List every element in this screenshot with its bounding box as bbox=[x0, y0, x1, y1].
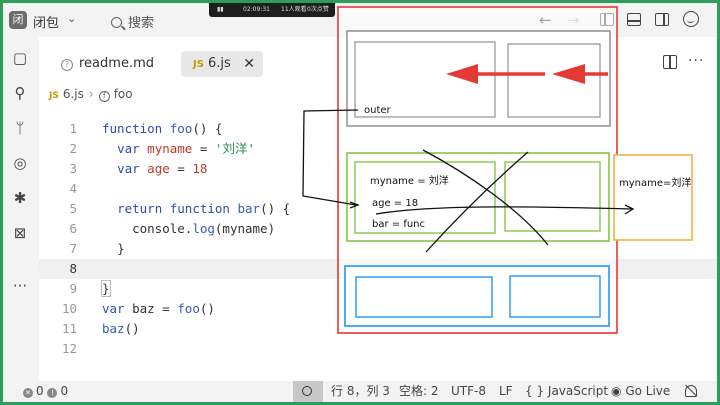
tab-label: 6.js bbox=[207, 56, 231, 71]
line-number: 2 bbox=[69, 141, 77, 156]
encoding[interactable]: UTF-8 bbox=[451, 381, 486, 402]
language-mode[interactable]: { } JavaScript bbox=[525, 381, 608, 402]
search-icon bbox=[111, 17, 122, 28]
code-line-current: 8 bbox=[39, 259, 717, 279]
warning-icon: ! bbox=[47, 388, 58, 398]
run-debug-icon[interactable]: ◎ bbox=[11, 154, 29, 172]
more-actions-icon[interactable]: ··· bbox=[688, 53, 704, 69]
code-text: var baz = foo() bbox=[102, 301, 215, 316]
line-number: 5 bbox=[69, 201, 77, 216]
app-logo: 闭 bbox=[9, 11, 27, 29]
editor-tabs: ? readme.md JS 6.js ✕ bbox=[39, 45, 339, 81]
go-live-button[interactable]: ◉ Go Live bbox=[611, 381, 670, 402]
breadcrumb: JS 6.js › f foo bbox=[49, 87, 133, 102]
more-icon[interactable]: ··· bbox=[11, 277, 29, 295]
toggle-secondary-sidebar-icon[interactable] bbox=[655, 13, 669, 26]
breadcrumb-separator: › bbox=[88, 87, 94, 101]
close-icon[interactable]: ✕ bbox=[243, 51, 255, 77]
breadcrumb-symbol[interactable]: foo bbox=[114, 87, 133, 101]
title-bar: 闭 闭包 ⌄ 搜索 ▮▮ 02:09:31 11人观看 0次点赞 ← → bbox=[3, 3, 717, 37]
code-line: 1 function foo() { bbox=[39, 119, 717, 139]
line-number: 6 bbox=[69, 221, 77, 236]
tab-readme[interactable]: ? readme.md bbox=[61, 51, 154, 77]
code-editor[interactable]: 1 function foo() { 2 var myname = '刘洋' 3 … bbox=[39, 119, 717, 369]
split-editor-icon[interactable] bbox=[663, 55, 677, 69]
search-box[interactable]: 搜索 bbox=[111, 12, 154, 31]
line-number: 12 bbox=[61, 341, 77, 356]
error-icon: ✕ bbox=[23, 388, 33, 398]
zoom-icon bbox=[302, 386, 312, 396]
line-number: 11 bbox=[61, 321, 77, 336]
problems-indicator[interactable]: ✕ 0 ! 0 bbox=[23, 381, 68, 402]
function-symbol-icon: f bbox=[98, 91, 110, 102]
bug-icon[interactable]: ✱ bbox=[11, 189, 29, 207]
recording-status-strip: ▮▮ 02:09:31 11人观看 0次点赞 bbox=[209, 3, 335, 17]
code-line: 10 var baz = foo() bbox=[39, 299, 717, 319]
code-text: } bbox=[117, 241, 125, 256]
code-text: console.log(myname) bbox=[132, 221, 276, 236]
breadcrumb-file[interactable]: 6.js bbox=[63, 87, 84, 101]
broadcast-icon: ◉ bbox=[611, 384, 622, 398]
code-line: 5 return function bar() { bbox=[39, 199, 717, 219]
line-ending[interactable]: LF bbox=[499, 381, 513, 402]
chevron-down-icon[interactable]: ⌄ bbox=[67, 12, 76, 25]
forward-arrow-icon[interactable]: → bbox=[567, 11, 580, 29]
viewer-count: 11人观看 bbox=[281, 6, 307, 13]
code-text: } bbox=[101, 280, 111, 297]
code-line: 12 bbox=[39, 339, 717, 359]
recording-time: 02:09:31 bbox=[243, 6, 270, 13]
code-line: 6 console.log(myname) bbox=[39, 219, 717, 239]
line-number: 7 bbox=[69, 241, 77, 256]
project-name[interactable]: 闭包 bbox=[33, 12, 59, 31]
code-text: baz() bbox=[102, 321, 140, 336]
code-line: 2 var myname = '刘洋' bbox=[39, 139, 717, 159]
search-label: 搜索 bbox=[128, 16, 155, 31]
question-icon: ? bbox=[61, 59, 73, 71]
files-icon[interactable]: ▢ bbox=[11, 49, 29, 67]
javascript-file-icon: JS bbox=[193, 59, 204, 70]
remote-icon[interactable]: ⊠ bbox=[11, 224, 29, 242]
signal-icon: ▮▮ bbox=[217, 6, 224, 13]
toggle-sidebar-icon[interactable] bbox=[600, 13, 614, 26]
tab-label: readme.md bbox=[79, 56, 154, 71]
tab-6js[interactable]: JS 6.js ✕ bbox=[181, 51, 263, 77]
javascript-file-icon: JS bbox=[49, 91, 59, 101]
zoom-button[interactable] bbox=[293, 381, 323, 402]
indentation[interactable]: 空格: 2 bbox=[399, 381, 439, 402]
code-line: 11 baz() bbox=[39, 319, 717, 339]
app-window: 闭 闭包 ⌄ 搜索 ▮▮ 02:09:31 11人观看 0次点赞 ← → ▢ ⚲… bbox=[3, 3, 717, 402]
notifications-muted-icon[interactable] bbox=[685, 385, 697, 397]
line-number: 10 bbox=[61, 301, 77, 316]
code-text: return function bar() { bbox=[117, 201, 291, 216]
line-number: 4 bbox=[69, 181, 77, 196]
back-arrow-icon[interactable]: ← bbox=[539, 11, 552, 29]
line-number: 8 bbox=[69, 261, 77, 276]
like-count: 0次点赞 bbox=[307, 6, 329, 13]
code-line: 7 } bbox=[39, 239, 717, 259]
code-line: 4 bbox=[39, 179, 717, 199]
code-text: var age = 18 bbox=[117, 161, 208, 176]
code-line: 3 var age = 18 bbox=[39, 159, 717, 179]
warning-count: 0 bbox=[60, 384, 69, 398]
status-bar: ✕ 0 ! 0 行 8，列 3 空格: 2 UTF-8 LF { } JavaScr… bbox=[3, 381, 717, 402]
source-control-icon[interactable]: ᛘ bbox=[11, 119, 29, 137]
line-number: 1 bbox=[69, 121, 77, 136]
account-feedback-icon[interactable] bbox=[683, 11, 699, 27]
cursor-position[interactable]: 行 8，列 3 bbox=[331, 381, 390, 402]
search-icon[interactable]: ⚲ bbox=[11, 84, 29, 102]
go-live-label: Go Live bbox=[625, 384, 671, 398]
code-text: function foo() { bbox=[102, 121, 223, 136]
line-number: 3 bbox=[69, 161, 77, 176]
error-count: 0 bbox=[36, 384, 44, 398]
activity-bar: ▢ ⚲ ᛘ ◎ ✱ ⊠ ··· bbox=[3, 37, 39, 381]
code-text: var myname = '刘洋' bbox=[117, 141, 255, 156]
line-number: 9 bbox=[69, 281, 77, 296]
code-line: 9} bbox=[39, 279, 717, 299]
toggle-panel-icon[interactable] bbox=[627, 13, 641, 26]
